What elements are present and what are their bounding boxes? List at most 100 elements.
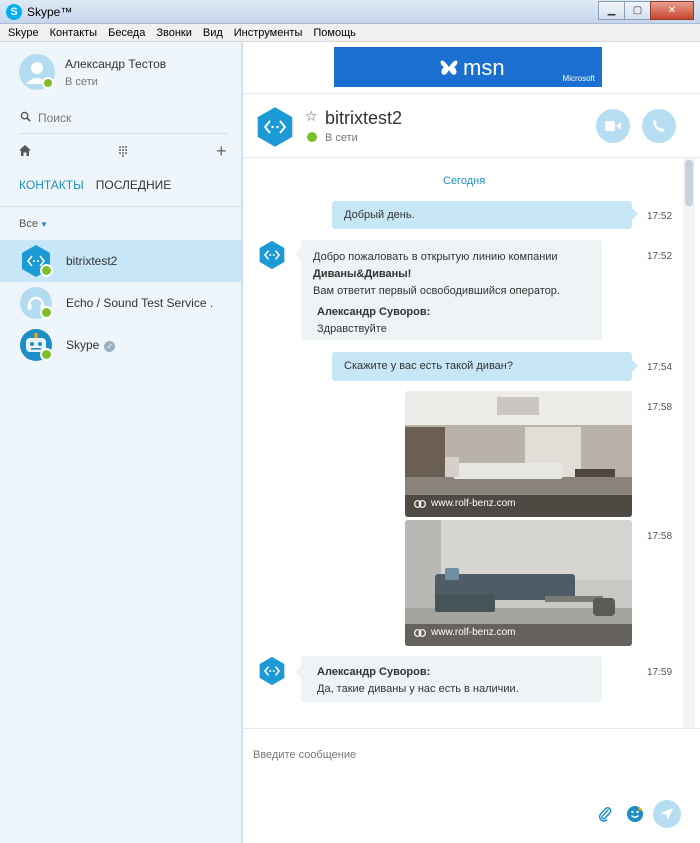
search-input[interactable] <box>38 108 228 128</box>
search-divider <box>18 133 228 134</box>
menu-conversation[interactable]: Беседа <box>108 27 145 39</box>
scrollbar-thumb[interactable] <box>685 160 693 206</box>
profile-card[interactable]: Александр Тестов В сети <box>18 52 238 92</box>
menu-view[interactable]: Вид <box>203 27 223 39</box>
message-time: 17:52 <box>647 211 673 222</box>
verified-badge-icon: ✓ <box>104 341 116 352</box>
menu-contacts[interactable]: Контакты <box>50 27 98 39</box>
message-sender: Александр Суворов: <box>317 306 431 318</box>
message-time: 17:58 <box>647 402 673 413</box>
message-sender: Александр Суворов: <box>317 666 431 678</box>
incoming-message[interactable]: Александр Суворов: Да, такие диваны у на… <box>301 656 602 702</box>
audio-call-button[interactable] <box>642 109 676 143</box>
dialpad-icon[interactable] <box>118 145 128 157</box>
image-caption: www.rolf-benz.com <box>431 498 516 509</box>
close-button[interactable]: ✕ <box>650 1 694 20</box>
tab-recent[interactable]: ПОСЛЕДНИЕ <box>96 178 172 192</box>
contact-online-dot <box>40 348 53 361</box>
contact-item-echo[interactable]: Echo / Sound Test Service . <box>0 282 242 324</box>
contact-online-dot <box>40 264 53 277</box>
link-icon <box>414 500 426 508</box>
bubble-tail <box>632 360 638 372</box>
chat-header: ☆ bitrixtest2 В сети <box>243 94 700 158</box>
link-preview-image[interactable]: www.rolf-benz.com <box>405 520 632 646</box>
sender-hexagon-avatar[interactable] <box>257 656 287 686</box>
profile-name: Александр Тестов <box>65 57 167 71</box>
contact-filter-dropdown[interactable]: Все ▼ <box>19 218 48 230</box>
video-call-button[interactable] <box>596 109 630 143</box>
message-input[interactable] <box>253 745 673 765</box>
message-time: 17:58 <box>647 531 673 542</box>
link-preview-image[interactable]: www.rolf-benz.com <box>405 391 632 517</box>
message-text: Добрый день. <box>344 209 415 221</box>
chat-status: В сети <box>325 132 358 144</box>
ad-brand-text: msn <box>463 55 505 80</box>
message-time: 17:54 <box>647 362 673 373</box>
sidebar: Александр Тестов В сети + КОНТАКТЫ ПОСЛЕ… <box>0 42 242 843</box>
menu-help[interactable]: Помощь <box>313 27 356 39</box>
search-box <box>18 108 230 128</box>
chat-title: bitrixtest2 <box>325 108 403 128</box>
chevron-down-icon: ▼ <box>39 220 48 229</box>
tabs-divider <box>0 206 242 207</box>
search-icon <box>20 111 31 122</box>
contact-online-dot <box>40 306 53 319</box>
link-icon <box>414 629 426 637</box>
filter-label: Все <box>19 218 38 230</box>
menu-skype[interactable]: Skype <box>8 27 39 39</box>
outgoing-message[interactable]: Добрый день. <box>332 201 632 229</box>
window-title: Skype™ <box>27 5 73 19</box>
chat-online-dot <box>307 132 317 142</box>
paperclip-icon[interactable] <box>598 806 612 822</box>
menu-tools[interactable]: Инструменты <box>234 27 303 39</box>
message-line: Вам ответит первый освободившийся операт… <box>313 285 560 297</box>
window-titlebar: S Skype™ ▁ ▢ ✕ <box>0 0 700 24</box>
chat-scrollbar[interactable] <box>683 158 695 728</box>
menu-calls[interactable]: Звонки <box>156 27 192 39</box>
bubble-tail <box>632 208 638 220</box>
bitrix-hexagon-avatar[interactable] <box>254 106 296 148</box>
sidebar-toolbar: + <box>18 142 230 162</box>
contact-item-skype[interactable]: Skype ✓ <box>0 324 242 366</box>
contact-item-bitrixtest2[interactable]: bitrixtest2 <box>0 240 242 282</box>
favorite-star-icon[interactable]: ☆ <box>305 108 318 125</box>
message-text: Скажите у вас есть такой диван? <box>344 360 513 372</box>
profile-online-dot <box>42 77 54 89</box>
contact-name: Echo / Sound Test Service . <box>66 296 214 310</box>
message-composer <box>243 728 700 843</box>
message-line-bold: Диваны&Диваны! <box>313 268 412 280</box>
contact-name: bitrixtest2 <box>66 254 118 268</box>
minimize-button[interactable]: ▁ <box>598 1 625 20</box>
add-contact-icon[interactable]: + <box>216 142 227 160</box>
emoticon-icon[interactable] <box>627 806 643 822</box>
day-separator: Сегодня <box>443 175 486 187</box>
incoming-message[interactable]: Добро пожаловать в открытую линию компан… <box>301 240 602 340</box>
ad-banner-area: msn Microsoft <box>243 42 700 94</box>
message-time: 17:59 <box>647 667 673 678</box>
sender-hexagon-avatar[interactable] <box>257 240 287 270</box>
ad-sponsor-text: Microsoft <box>562 74 595 83</box>
phone-icon <box>653 120 665 132</box>
profile-status: В сети <box>65 76 98 88</box>
message-text: Да, такие диваны у нас есть в наличии. <box>317 683 519 695</box>
menu-bar: Skype Контакты Беседа Звонки Вид Инструм… <box>0 24 700 42</box>
msn-ad-banner[interactable]: msn Microsoft <box>334 47 602 87</box>
sidebar-tabs: КОНТАКТЫ ПОСЛЕДНИЕ <box>19 178 183 192</box>
message-text: Здравствуйте <box>317 323 387 335</box>
conversation-pane: msn Microsoft ☆ bitrixtest2 В сети Сегод… <box>243 42 700 843</box>
send-button[interactable] <box>653 800 681 828</box>
window-controls: ▁ ▢ ✕ <box>598 1 694 20</box>
msn-butterfly-icon <box>440 60 458 75</box>
maximize-button[interactable]: ▢ <box>624 1 651 20</box>
contact-name-row: Skype ✓ <box>66 338 116 352</box>
video-camera-icon <box>605 121 621 131</box>
send-arrow-icon <box>661 808 673 820</box>
image-caption: www.rolf-benz.com <box>431 627 516 638</box>
skype-app-icon: S <box>6 4 22 20</box>
message-time: 17:52 <box>647 251 673 262</box>
tab-contacts[interactable]: КОНТАКТЫ <box>19 178 84 192</box>
message-line: Добро пожаловать в открытую линию компан… <box>313 251 558 263</box>
home-icon[interactable] <box>18 144 32 157</box>
outgoing-message[interactable]: Скажите у вас есть такой диван? <box>332 352 632 381</box>
contact-name: Skype <box>66 338 100 352</box>
